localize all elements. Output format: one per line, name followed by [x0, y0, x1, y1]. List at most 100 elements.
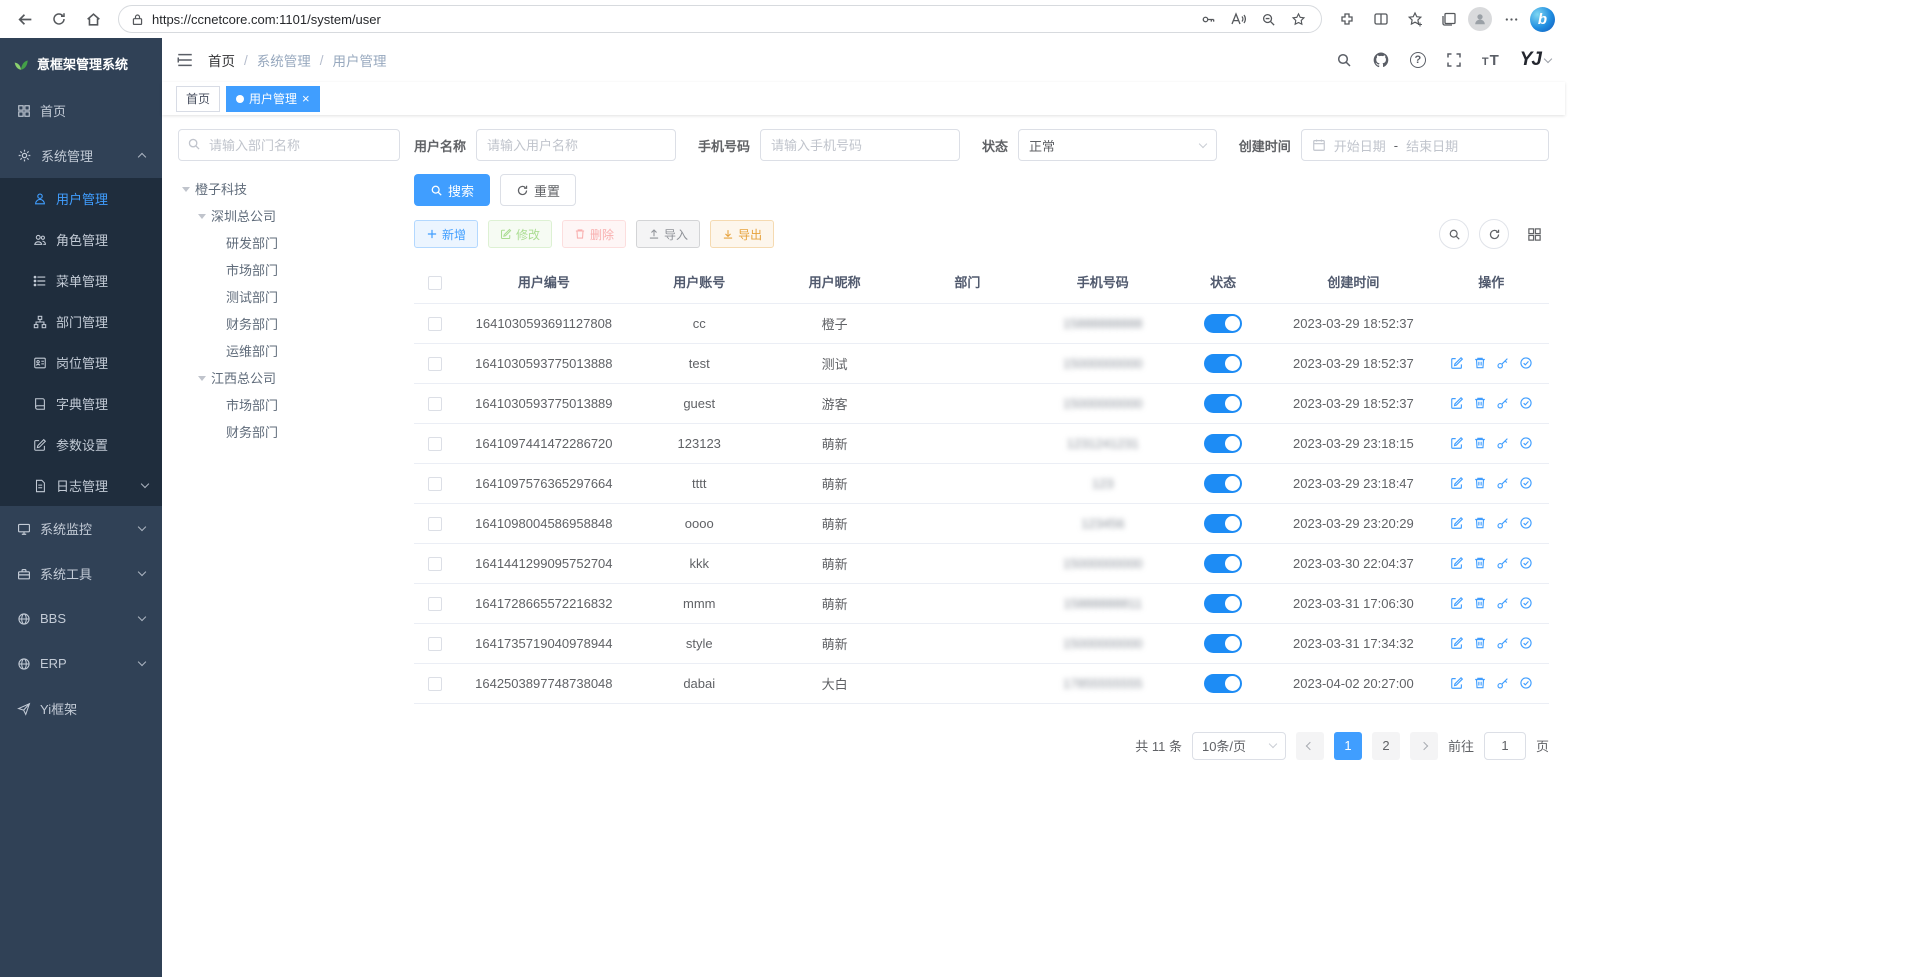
row-reset-password-icon[interactable]: [1496, 596, 1510, 610]
row-assign-role-icon[interactable]: [1519, 676, 1533, 690]
refresh-table-icon[interactable]: [1479, 219, 1509, 249]
tree-dept-node[interactable]: 财务部门: [178, 310, 400, 337]
phone-input[interactable]: [760, 129, 960, 161]
row-edit-icon[interactable]: [1450, 516, 1464, 530]
select-all-checkbox[interactable]: [428, 276, 442, 290]
row-edit-icon[interactable]: [1450, 436, 1464, 450]
row-delete-icon[interactable]: [1473, 676, 1487, 690]
status-toggle[interactable]: [1204, 314, 1242, 333]
favorites-add-icon[interactable]: [1287, 8, 1309, 30]
sidebar-item-param-settings[interactable]: 参数设置: [0, 424, 162, 465]
date-range-picker[interactable]: 开始日期 - 结束日期: [1301, 129, 1549, 161]
help-icon[interactable]: ?: [1410, 52, 1426, 68]
row-reset-password-icon[interactable]: [1496, 516, 1510, 530]
username-input[interactable]: [476, 129, 676, 161]
split-screen-icon[interactable]: [1366, 4, 1396, 34]
row-delete-icon[interactable]: [1473, 516, 1487, 530]
row-reset-password-icon[interactable]: [1496, 476, 1510, 490]
row-assign-role-icon[interactable]: [1519, 436, 1533, 450]
favorites-bar-icon[interactable]: [1400, 4, 1430, 34]
prev-page-button[interactable]: [1296, 732, 1324, 760]
row-checkbox[interactable]: [428, 597, 442, 611]
row-delete-icon[interactable]: [1473, 396, 1487, 410]
row-delete-icon[interactable]: [1473, 556, 1487, 570]
sidebar-item-erp[interactable]: ERP: [0, 641, 162, 686]
status-toggle[interactable]: [1204, 434, 1242, 453]
row-checkbox[interactable]: [428, 317, 442, 331]
row-assign-role-icon[interactable]: [1519, 596, 1533, 610]
tree-company-node[interactable]: 深圳总公司: [178, 202, 400, 229]
address-bar[interactable]: https://ccnetcore.com:1101/system/user: [118, 5, 1322, 33]
font-size-icon[interactable]: TT: [1482, 52, 1500, 69]
status-toggle[interactable]: [1204, 354, 1242, 373]
sidebar-item-tools[interactable]: 系统工具: [0, 551, 162, 596]
column-settings-icon[interactable]: [1519, 219, 1549, 249]
row-checkbox[interactable]: [428, 357, 442, 371]
tree-dept-node[interactable]: 市场部门: [178, 256, 400, 283]
row-reset-password-icon[interactable]: [1496, 436, 1510, 450]
password-key-icon[interactable]: [1197, 8, 1219, 30]
row-assign-role-icon[interactable]: [1519, 396, 1533, 410]
more-menu-icon[interactable]: [1496, 4, 1526, 34]
back-icon[interactable]: [10, 4, 40, 34]
row-checkbox[interactable]: [428, 437, 442, 451]
edit-button[interactable]: 修改: [488, 220, 552, 248]
refresh-icon[interactable]: [44, 4, 74, 34]
row-checkbox[interactable]: [428, 517, 442, 531]
breadcrumb-system[interactable]: 系统管理: [257, 50, 311, 70]
goto-page-input[interactable]: [1484, 732, 1526, 760]
tree-dept-node[interactable]: 财务部门: [178, 418, 400, 445]
url-text[interactable]: https://ccnetcore.com:1101/system/user: [152, 12, 1189, 27]
sidebar-item-post-mgmt[interactable]: 岗位管理: [0, 342, 162, 383]
import-button[interactable]: 导入: [636, 220, 700, 248]
page-size-select[interactable]: 10条/页: [1192, 732, 1286, 760]
add-button[interactable]: 新增: [414, 220, 478, 248]
github-icon[interactable]: [1372, 51, 1390, 69]
tree-dept-node[interactable]: 市场部门: [178, 391, 400, 418]
row-checkbox[interactable]: [428, 677, 442, 691]
copilot-bing-icon[interactable]: b: [1530, 7, 1555, 32]
row-checkbox[interactable]: [428, 637, 442, 651]
row-reset-password-icon[interactable]: [1496, 356, 1510, 370]
sidebar-item-role-mgmt[interactable]: 角色管理: [0, 219, 162, 260]
row-delete-icon[interactable]: [1473, 356, 1487, 370]
next-page-button[interactable]: [1410, 732, 1438, 760]
breadcrumb-home[interactable]: 首页: [208, 50, 235, 70]
row-checkbox[interactable]: [428, 557, 442, 571]
sidebar-item-yi-framework[interactable]: Yi框架: [0, 686, 162, 731]
row-assign-role-icon[interactable]: [1519, 516, 1533, 530]
status-toggle[interactable]: [1204, 594, 1242, 613]
row-edit-icon[interactable]: [1450, 676, 1464, 690]
row-reset-password-icon[interactable]: [1496, 396, 1510, 410]
row-checkbox[interactable]: [428, 397, 442, 411]
read-aloud-icon[interactable]: [1227, 8, 1249, 30]
reset-button[interactable]: 重置: [500, 174, 576, 206]
home-icon[interactable]: [78, 4, 108, 34]
collections-icon[interactable]: [1434, 4, 1464, 34]
fullscreen-icon[interactable]: [1446, 52, 1462, 68]
extensions-icon[interactable]: [1332, 4, 1362, 34]
tab-close-icon[interactable]: [302, 91, 310, 106]
status-toggle[interactable]: [1204, 514, 1242, 533]
zoom-out-icon[interactable]: [1257, 8, 1279, 30]
toggle-search-icon[interactable]: [1439, 219, 1469, 249]
dept-search-input[interactable]: [178, 129, 400, 161]
row-edit-icon[interactable]: [1450, 636, 1464, 650]
row-delete-icon[interactable]: [1473, 636, 1487, 650]
row-edit-icon[interactable]: [1450, 556, 1464, 570]
row-edit-icon[interactable]: [1450, 356, 1464, 370]
row-assign-role-icon[interactable]: [1519, 556, 1533, 570]
status-toggle[interactable]: [1204, 394, 1242, 413]
sidebar-item-home[interactable]: 首页: [0, 88, 162, 133]
delete-button[interactable]: 删除: [562, 220, 626, 248]
user-menu[interactable]: YJ: [1520, 49, 1551, 71]
export-button[interactable]: 导出: [710, 220, 774, 248]
row-assign-role-icon[interactable]: [1519, 476, 1533, 490]
row-reset-password-icon[interactable]: [1496, 636, 1510, 650]
row-edit-icon[interactable]: [1450, 476, 1464, 490]
row-delete-icon[interactable]: [1473, 476, 1487, 490]
tree-dept-node[interactable]: 研发部门: [178, 229, 400, 256]
search-icon[interactable]: [1336, 52, 1352, 68]
tree-root-node[interactable]: 橙子科技: [178, 175, 400, 202]
sidebar-item-dict-mgmt[interactable]: 字典管理: [0, 383, 162, 424]
